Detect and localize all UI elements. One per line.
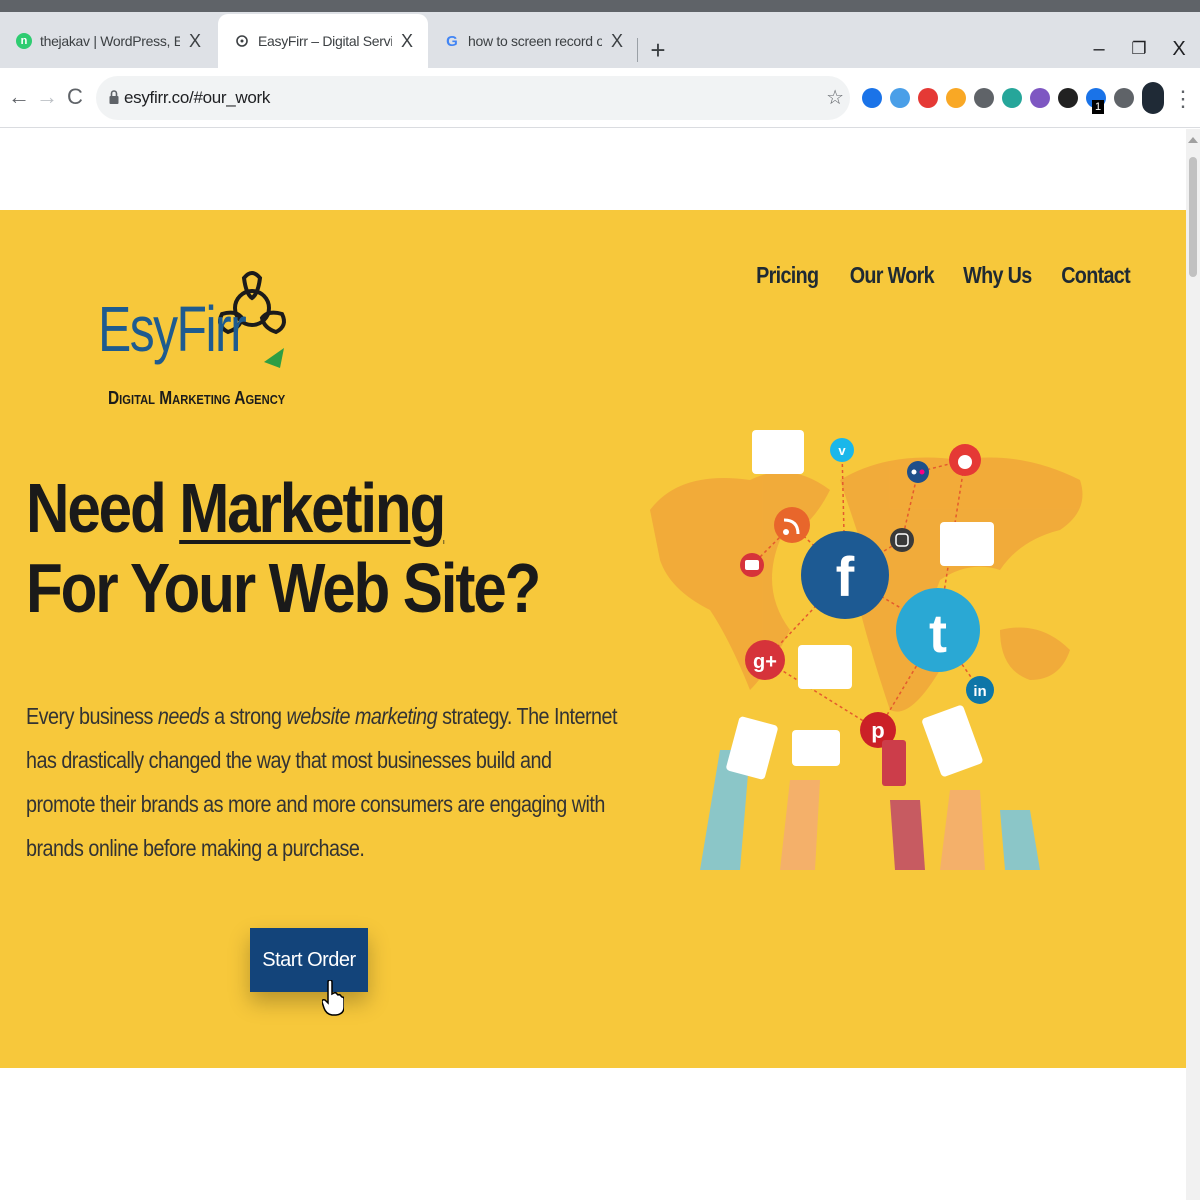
browser-toolbar: ← → C esyfirr.co/#our_work ☆ 1 ⋮ [0,68,1200,128]
nav-why-us[interactable]: Why Us [964,262,1033,289]
start-order-button[interactable]: Start Order [250,928,368,992]
page-scrollbar[interactable] [1186,129,1200,1200]
reload-button[interactable]: C [60,82,90,112]
nav-pricing[interactable]: Pricing [756,262,819,289]
scrollbar-thumb[interactable] [1189,157,1197,277]
tab-thejakav[interactable]: n thejakav | WordPress, Email Mark X [0,14,216,68]
extension-icon[interactable] [918,88,938,108]
extension-icon[interactable] [1114,88,1134,108]
svg-text:in: in [973,683,986,700]
forward-button[interactable]: → [32,82,62,112]
nav-contact[interactable]: Contact [1061,262,1131,289]
svg-text:p: p [871,718,884,743]
headline-prefix: Need [26,469,180,547]
back-button[interactable]: ← [4,82,34,112]
browser-menu-button[interactable]: ⋮ [1172,84,1194,114]
instagram-icon [890,528,914,552]
tab-title: EasyFirr – Digital Service Agency [258,33,392,49]
minimize-button[interactable]: – [1084,34,1114,64]
svg-text:v: v [838,443,846,458]
headline-emphasis: Marketing [179,469,446,547]
para-text: a strong [209,703,287,729]
svg-text:t: t [929,604,947,664]
address-bar[interactable]: esyfirr.co/#our_work ☆ [96,76,850,120]
extension-icon[interactable] [862,88,882,108]
favicon-icon: n [16,33,32,49]
extension-icon[interactable] [974,88,994,108]
para-emphasis: website marketing [286,703,438,729]
para-text: Every business [26,703,158,729]
nav-our-work[interactable]: Our Work [850,262,935,289]
close-window-button[interactable]: X [1164,34,1194,64]
google-plus-icon: g+ [745,640,785,680]
tab-title: thejakav | WordPress, Email Mark [40,33,180,49]
extension-icon[interactable]: 1 [1086,88,1106,114]
para-emphasis: needs [157,703,210,729]
hero-section: EsyFirr Digital Marketing Agency Pricing… [0,210,1186,1068]
hand-cursor-icon [322,980,344,1016]
extension-icon[interactable] [1002,88,1022,108]
hero-paragraph: Every business needs a strong website ma… [26,694,619,870]
tab-title: how to screen record on window [468,33,602,49]
facebook-icon: f [801,531,889,619]
extension-icon[interactable] [946,88,966,108]
url-text[interactable]: esyfirr.co/#our_work [124,88,270,108]
new-tab-button[interactable]: + [644,36,672,64]
twitter-icon: t [896,588,980,672]
hero-headline: Need Marketing For Your Web Site? [26,468,541,628]
page-viewport: EsyFirr Digital Marketing Agency Pricing… [0,129,1186,1200]
extension-badge: 1 [1092,100,1104,114]
scroll-up-arrow-icon[interactable] [1188,137,1198,143]
linkedin-icon: in [966,676,994,704]
svg-text:g+: g+ [753,651,777,673]
extension-icon[interactable] [1058,88,1078,108]
youtube-icon [740,553,764,577]
close-tab-icon[interactable]: X [398,31,416,52]
restore-button[interactable]: ❐ [1124,34,1154,64]
close-tab-icon[interactable]: X [186,31,204,52]
logo-wordmark: EsyFirr [98,293,247,365]
main-navigation: Pricing Our Work Why Us Contact [746,262,1130,289]
headline-line2: For Your Web Site? [26,549,541,627]
extension-icon[interactable] [890,88,910,108]
social-media-illustration: f t g+ p in v [650,430,1083,870]
profile-avatar[interactable] [1142,82,1164,114]
window-frame [0,0,1200,12]
extension-icon[interactable] [1030,88,1050,108]
tab-google-search[interactable]: G how to screen record on window X [428,14,638,68]
svg-text:f: f [836,545,855,608]
logo-subtitle: Digital Marketing Agency [108,388,286,408]
flickr-icon [907,461,929,483]
tab-strip: n thejakav | WordPress, Email Mark X Eas… [0,12,1200,68]
rss-icon [774,507,810,543]
google-icon: G [446,32,458,50]
bookmark-star-icon[interactable]: ☆ [826,85,844,110]
close-tab-icon[interactable]: X [608,31,626,52]
tab-divider [637,38,638,62]
site-logo[interactable]: EsyFirr Digital Marketing Agency [98,271,308,426]
reddit-icon [949,444,981,476]
tab-easyfirr[interactable]: EasyFirr – Digital Service Agency X [218,14,428,68]
vimeo-icon: v [830,438,854,462]
favicon-icon [234,33,250,49]
lock-icon[interactable] [108,88,120,108]
